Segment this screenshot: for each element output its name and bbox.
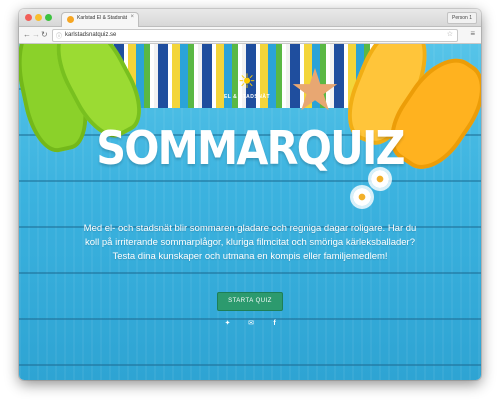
address-bar[interactable]: ⓘ karlstadsnatquiz.se ☆ <box>52 29 458 42</box>
title-bar: Karlstad El & Stadsnät × Person 1 <box>19 9 481 27</box>
facebook-icon[interactable]: f <box>270 319 279 328</box>
zoom-window-button[interactable] <box>45 14 52 21</box>
info-icon[interactable]: ⓘ <box>56 31 62 40</box>
start-quiz-button[interactable]: STARTA QUIZ <box>217 292 283 311</box>
favicon-icon <box>67 16 74 23</box>
menu-icon[interactable]: ≡ <box>470 30 475 38</box>
back-arrow-icon[interactable]: ← <box>23 29 31 40</box>
social-links: ✦ ✉ f <box>223 319 279 328</box>
tab-close-icon[interactable]: × <box>130 14 134 20</box>
brand-logo: ☀ EL & STADSNÄT <box>217 72 277 100</box>
browser-tab[interactable]: Karlstad El & Stadsnät × <box>61 12 139 27</box>
twitter-icon[interactable]: ✦ <box>223 319 232 328</box>
tab-title: Karlstad El & Stadsnät <box>77 15 128 21</box>
starfish-icon: ★ <box>289 58 341 123</box>
url-text[interactable]: karlstadsnatquiz.se <box>65 32 116 38</box>
intro-text: Med el- och stadsnät blir sommaren glada… <box>83 223 417 262</box>
daisy-flower <box>353 188 371 206</box>
close-window-button[interactable] <box>25 14 32 21</box>
quiz-landing-page: ★ ☀ EL & STADSNÄT SOMMARQUIZ Med el- och… <box>19 44 481 380</box>
sun-icon: ☀ <box>238 71 256 93</box>
star-icon[interactable]: ☆ <box>447 30 453 38</box>
logo-text: EL & STADSNÄT <box>223 94 271 100</box>
forward-arrow-icon[interactable]: → <box>32 29 40 40</box>
mail-icon[interactable]: ✉ <box>247 319 256 328</box>
browser-window: Karlstad El & Stadsnät × Person 1 ← → ↻ … <box>19 9 481 380</box>
page-title: SOMMARQUIZ <box>96 121 405 175</box>
minimize-window-button[interactable] <box>35 14 42 21</box>
reload-icon[interactable]: ↻ <box>41 29 48 40</box>
profile-button[interactable]: Person 1 <box>446 12 477 24</box>
daisy-flower <box>371 170 389 188</box>
address-toolbar: ← → ↻ ⓘ karlstadsnatquiz.se ☆ ≡ <box>19 27 481 44</box>
